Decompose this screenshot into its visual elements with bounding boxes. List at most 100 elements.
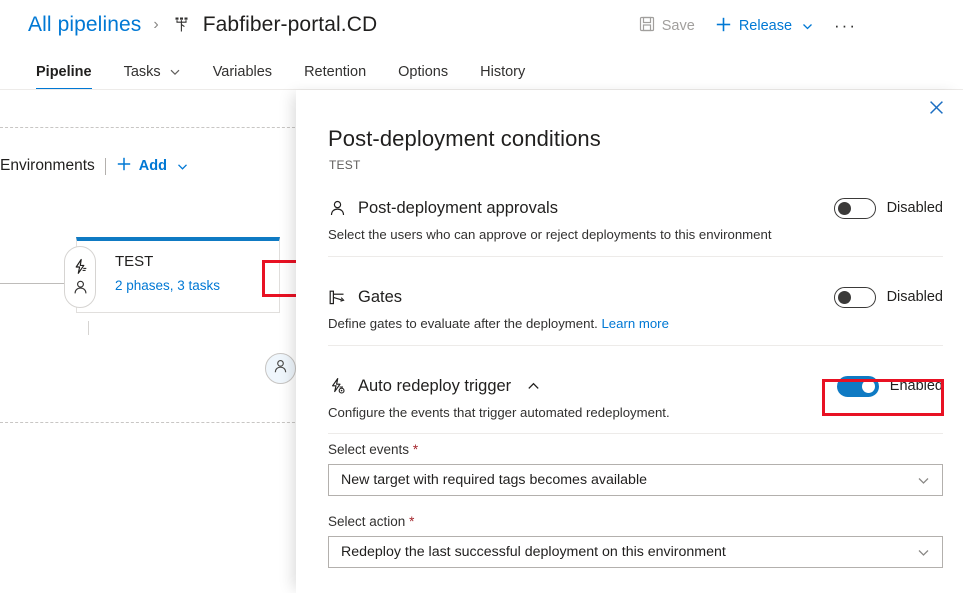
release-label: Release <box>739 18 792 34</box>
post-deployment-conditions-panel: Post-deployment conditions TEST Post-dep… <box>296 90 963 593</box>
add-environment-button[interactable]: Add <box>116 156 189 176</box>
chevron-down-icon[interactable] <box>169 66 181 78</box>
panel-title: Post-deployment conditions <box>328 126 601 152</box>
tab-retention-label: Retention <box>304 64 366 80</box>
page-title: Fabfiber-portal.CD <box>203 13 378 37</box>
section-description-text: Configure the events that trigger automa… <box>328 405 670 420</box>
save-label: Save <box>662 18 695 34</box>
person-icon <box>272 358 289 380</box>
section-title: Auto redeploy trigger <box>358 377 511 396</box>
release-button[interactable]: Release <box>705 13 824 40</box>
section-divider-2 <box>328 345 943 346</box>
pipeline-connector-line <box>0 283 66 284</box>
section-title-group: Auto redeploy trigger <box>328 377 541 396</box>
tab-variables-label: Variables <box>213 64 272 80</box>
tab-history[interactable]: History <box>464 60 541 90</box>
field-select-action: Select action * Redeploy the last succes… <box>328 514 943 568</box>
select-events-label: Select events * <box>328 442 943 457</box>
select-events-label-text: Select events <box>328 442 409 457</box>
release-pipeline-icon <box>171 15 191 35</box>
section-title: Post-deployment approvals <box>358 199 558 218</box>
chevron-down-icon[interactable] <box>916 545 931 560</box>
auto-redeploy-toggle-state: Enabled <box>890 378 943 394</box>
select-events-dropdown[interactable]: New target with required tags becomes av… <box>328 464 943 496</box>
gates-toggle-state: Disabled <box>887 289 943 305</box>
section-divider-3 <box>328 433 943 434</box>
tab-pipeline[interactable]: Pipeline <box>20 60 108 90</box>
chevron-down-icon[interactable] <box>176 160 189 173</box>
auto-redeploy-icon <box>328 377 347 396</box>
section-header-row: Auto redeploy trigger Enabled <box>328 373 943 399</box>
select-action-label-text: Select action <box>328 514 405 529</box>
save-icon <box>639 16 655 36</box>
person-icon[interactable] <box>72 279 89 296</box>
pre-deployment-conditions-tab[interactable] <box>64 246 96 308</box>
post-deployment-conditions-button[interactable] <box>265 353 296 384</box>
post-deployment-approvals-toggle[interactable] <box>834 198 876 219</box>
gates-learn-more-link[interactable]: Learn more <box>601 316 668 331</box>
gates-toggle-group: Disabled <box>834 287 943 308</box>
section-gates: Gates Disabled Define gates to evaluate … <box>328 284 943 331</box>
header-toolbar: Save Release ··· <box>629 12 867 40</box>
section-auto-redeploy-trigger: Auto redeploy trigger Enabled Configure … <box>328 373 943 420</box>
environments-label: Environments <box>0 157 95 175</box>
tab-tasks-label: Tasks <box>124 64 161 80</box>
canvas-dashed-line-top <box>0 127 300 128</box>
pipeline-tabs: Pipeline Tasks Variables Retention Optio… <box>20 54 541 90</box>
section-divider-1 <box>328 256 943 257</box>
section-title: Gates <box>358 288 402 307</box>
environment-phases-tasks-link[interactable]: 2 phases, 3 tasks <box>115 278 220 293</box>
section-header-row: Post-deployment approvals Disabled <box>328 195 943 221</box>
close-panel-button[interactable] <box>921 95 951 125</box>
gates-toggle[interactable] <box>834 287 876 308</box>
breadcrumb-separator: › <box>153 16 158 34</box>
add-environment-label: Add <box>139 158 167 174</box>
select-action-label: Select action * <box>328 514 943 529</box>
chevron-up-icon[interactable] <box>526 379 541 394</box>
environments-header: Environments Add <box>0 156 189 176</box>
tab-pipeline-label: Pipeline <box>36 64 92 80</box>
tab-tasks[interactable]: Tasks <box>108 60 197 90</box>
auto-redeploy-toggle[interactable] <box>837 376 879 397</box>
select-action-value: Redeploy the last successful deployment … <box>341 544 726 560</box>
plus-icon <box>715 16 732 37</box>
breadcrumb: All pipelines › Fabfiber-portal.CD <box>28 8 377 42</box>
gate-icon <box>328 288 347 307</box>
environments-separator <box>105 158 106 175</box>
pipeline-connector-stub <box>88 321 89 335</box>
select-action-dropdown[interactable]: Redeploy the last successful deployment … <box>328 536 943 568</box>
section-header-row: Gates Disabled <box>328 284 943 310</box>
breadcrumb-all-pipelines[interactable]: All pipelines <box>28 13 141 37</box>
panel-subtitle: TEST <box>329 158 360 172</box>
tab-history-label: History <box>480 64 525 80</box>
tab-retention[interactable]: Retention <box>288 60 382 90</box>
more-options-button[interactable]: ··· <box>824 13 867 39</box>
section-post-deployment-approvals: Post-deployment approvals Disabled Selec… <box>328 195 943 242</box>
required-indicator: * <box>413 442 418 457</box>
tab-variables[interactable]: Variables <box>197 60 288 90</box>
tab-options[interactable]: Options <box>382 60 464 90</box>
section-description-text: Define gates to evaluate after the deplo… <box>328 316 598 331</box>
section-title-group: Gates <box>328 288 402 307</box>
plus-icon <box>116 156 132 176</box>
environment-card-test[interactable]: TEST 2 phases, 3 tasks <box>76 237 280 313</box>
field-select-events: Select events * New target with required… <box>328 442 943 496</box>
toggle-knob <box>838 202 851 215</box>
save-button[interactable]: Save <box>629 13 705 39</box>
section-description: Define gates to evaluate after the deplo… <box>328 316 943 331</box>
lightning-bolt-icon[interactable] <box>72 258 89 275</box>
chevron-down-icon[interactable] <box>801 20 814 33</box>
person-icon <box>328 199 347 218</box>
chevron-down-icon[interactable] <box>916 473 931 488</box>
select-events-value: New target with required tags becomes av… <box>341 472 647 488</box>
toggle-knob <box>862 380 875 393</box>
post-deployment-approvals-toggle-group: Disabled <box>834 198 943 219</box>
canvas-dashed-line-bottom <box>0 422 300 423</box>
app-root: All pipelines › Fabfiber-portal.CD <box>0 0 963 593</box>
environment-name: TEST <box>115 253 153 270</box>
required-indicator: * <box>409 514 414 529</box>
section-description: Select the users who can approve or reje… <box>328 227 943 242</box>
tab-options-label: Options <box>398 64 448 80</box>
section-title-group: Post-deployment approvals <box>328 199 558 218</box>
toggle-knob <box>838 291 851 304</box>
